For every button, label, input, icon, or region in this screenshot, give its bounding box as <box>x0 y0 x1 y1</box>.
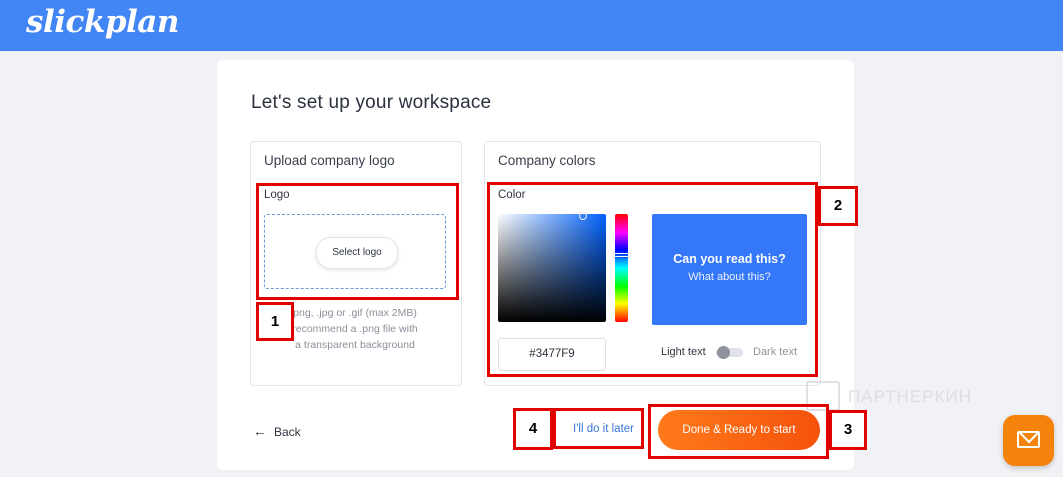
annotation-box-4 <box>553 408 644 449</box>
annotation-number-1: 1 <box>256 302 294 341</box>
back-button[interactable]: ← Back <box>253 423 301 439</box>
contact-mail-button[interactable] <box>1003 415 1054 466</box>
logo-panel-title: Upload company logo <box>264 153 395 168</box>
watermark: ПАРТНЕРКИН <box>806 381 1014 413</box>
annotation-box-1 <box>256 183 459 300</box>
brand-logo[interactable]: slickplan <box>26 4 179 40</box>
colors-panel-title: Company colors <box>498 153 596 168</box>
page-title: Let's set up your workspace <box>251 92 492 113</box>
top-bar: slickplan <box>0 0 1063 51</box>
annotation-box-2 <box>487 182 818 377</box>
annotation-number-4: 4 <box>513 408 553 450</box>
annotation-box-3 <box>648 404 829 459</box>
annotation-number-2: 2 <box>818 186 858 226</box>
arrow-left-icon: ← <box>253 423 267 439</box>
annotation-number-3: 3 <box>829 410 867 450</box>
back-label: Back <box>274 425 301 439</box>
envelope-icon <box>1017 431 1040 448</box>
watermark-text: ПАРТНЕРКИН <box>848 387 972 406</box>
